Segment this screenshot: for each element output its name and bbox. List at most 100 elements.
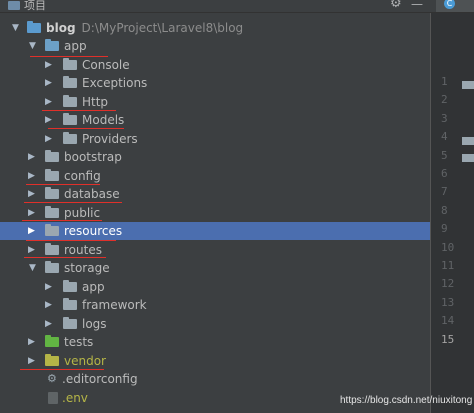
chevron-right-icon[interactable]: ▶ [28,148,35,166]
tree-item-storage[interactable]: ▼ storage [0,259,430,277]
file-icon [48,392,58,404]
tree-label: tests [64,335,94,349]
tree-label: app [64,39,87,53]
folder-icon [63,76,77,88]
line-number: 6 [441,167,448,180]
chevron-down-icon[interactable]: ▼ [29,37,36,55]
chevron-right-icon[interactable]: ▶ [28,333,35,351]
chevron-right-icon[interactable]: ▶ [45,56,52,74]
chevron-right-icon[interactable]: ▶ [28,352,35,370]
tree-item-editorconfig[interactable]: ⚙ .editorconfig [0,370,430,388]
line-number: 2 [441,93,448,107]
folder-icon [27,21,41,33]
tree-label: database [64,187,120,201]
tree-item-tests[interactable]: ▶ tests [0,333,430,351]
tree-label: framework [82,298,147,312]
line-number: 9 [441,222,448,236]
folder-icon [63,113,77,125]
tool-window-title[interactable]: 项目 [24,0,46,13]
tree-item-http[interactable]: ▶ Http [0,93,430,111]
tree-item-database[interactable]: ▶ database [0,185,430,203]
tree-label: .env [62,391,88,405]
tree-item-app[interactable]: ▼ app [0,37,430,55]
tree-label: vendor [64,354,106,368]
root-name: blog [46,21,76,35]
folder-icon [63,132,77,144]
tree-label: resources [64,224,123,238]
chevron-right-icon[interactable]: ▶ [28,185,35,203]
folder-icon [45,39,59,51]
annotation-underline [22,220,102,221]
tree-item-resources[interactable]: ▶ resources [0,222,430,240]
tree-label: app [82,280,105,294]
tree-item-framework[interactable]: ▶ framework [0,296,430,314]
folder-icon [45,206,59,218]
tree-label: config [64,169,101,183]
chevron-right-icon[interactable]: ▶ [45,74,52,92]
tree-item-vendor[interactable]: ▶ vendor [0,352,430,370]
chevron-right-icon[interactable]: ▶ [45,278,52,296]
annotation-underline [48,128,124,129]
folder-icon [462,154,474,162]
chevron-down-icon[interactable]: ▼ [12,19,19,37]
chevron-right-icon[interactable]: ▶ [28,222,35,240]
folder-icon [45,169,59,181]
minimize-icon[interactable]: — [411,0,423,11]
line-number: 7 [441,185,448,199]
chevron-down-icon[interactable]: ▼ [29,259,36,277]
project-tool-window-header: 项目 ⚙ — C [0,0,474,13]
tree-label: Http [82,95,109,109]
line-number: 1 [441,75,448,88]
php-class-icon: C [444,0,455,9]
settings-file-icon: ⚙ [47,372,57,385]
tree-item-console[interactable]: ▶ Console [0,56,430,74]
tree-item-storage-app[interactable]: ▶ app [0,278,430,296]
folder-icon [45,354,59,366]
tree-item-config[interactable]: ▶ config [0,167,430,185]
folder-icon [45,224,59,236]
tree-item-blog[interactable]: ▼ blog D:\MyProject\Laravel8\blog [0,19,430,37]
root-path: D:\MyProject\Laravel8\blog [81,21,244,35]
watermark: https://blog.csdn.net/niuxitong [340,395,473,406]
tree-item-models[interactable]: ▶ Models [0,111,430,129]
tree-item-logs[interactable]: ▶ logs [0,315,430,333]
tree-label: Console [82,58,130,72]
line-number: 10 [441,240,455,254]
folder-icon [63,280,77,292]
tree-label: Exceptions [82,76,148,90]
tree-label: storage [64,261,110,275]
tree-label: bootstrap [64,150,122,164]
gear-icon[interactable]: ⚙ [390,0,402,11]
folder-icon [462,137,474,145]
line-number: 14 [441,314,455,328]
chevron-right-icon[interactable]: ▶ [45,111,52,129]
folder-icon [63,95,77,107]
folder-icon [63,298,77,310]
tree-item-exceptions[interactable]: ▶ Exceptions [0,74,430,92]
editor-tab[interactable]: C [436,0,474,12]
project-tree[interactable]: ▼ blog D:\MyProject\Laravel8\blog ▼ app ▶… [0,13,430,413]
line-number: 15 [441,332,455,346]
chevron-right-icon[interactable]: ▶ [45,296,52,314]
line-number: 3 [441,111,448,125]
tree-item-providers[interactable]: ▶ Providers [0,130,430,148]
line-number: 8 [441,203,448,217]
tree-label: logs [82,317,107,331]
chevron-right-icon[interactable]: ▶ [45,93,52,111]
tree-label: Providers [82,132,138,146]
chevron-right-icon[interactable]: ▶ [28,167,35,185]
folder-icon [63,317,77,329]
project-icon [8,1,20,10]
line-number: 13 [441,295,455,309]
tree-label: .editorconfig [62,372,138,386]
annotation-underline [24,257,106,258]
editor-line-gutter: 1 2 3 4 5 6 7 8 9 10 11 12 13 14 15 [430,13,474,413]
chevron-right-icon[interactable]: ▶ [45,130,52,148]
folder-icon [45,261,59,273]
tree-item-bootstrap[interactable]: ▶ bootstrap [0,148,430,166]
line-number: 5 [441,148,448,162]
folder-icon [45,335,59,347]
folder-icon [45,243,59,255]
folder-icon [45,187,59,199]
chevron-right-icon[interactable]: ▶ [45,315,52,333]
